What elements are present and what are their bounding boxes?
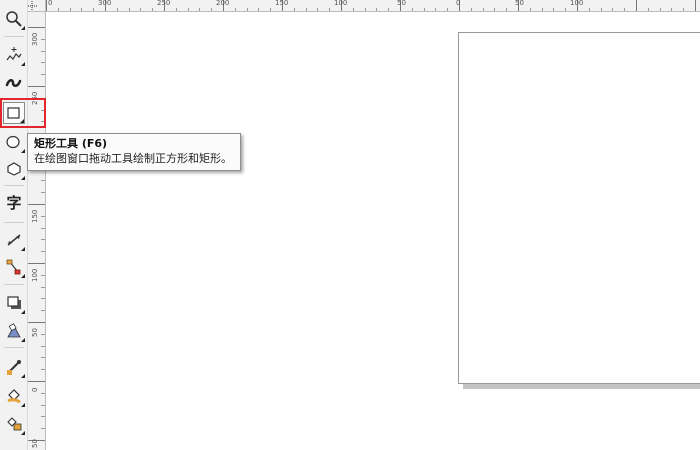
ruler-label: 300 (98, 0, 112, 7)
ruler-label: 50 (515, 0, 524, 7)
tooltip-description: 在绘图窗口拖动工具绘制正方形和矩形。 (34, 152, 232, 165)
document-page[interactable] (458, 32, 700, 384)
ruler-label: 0 (31, 387, 39, 392)
horizontal-ruler[interactable]: 0 300 250 200 150 100 50 0 50 100 (46, 0, 700, 12)
crosshair-icon (28, 1, 37, 11)
drop-shadow-tool[interactable] (3, 292, 25, 314)
zoom-tool[interactable] (3, 8, 25, 30)
ruler-label: 200 (216, 0, 230, 7)
polygon-tool[interactable] (3, 158, 25, 180)
smart-fill-tool[interactable] (3, 413, 25, 435)
ruler-label: 50 (31, 328, 39, 337)
ruler-label: 250 (31, 91, 39, 105)
flyout-indicator (21, 176, 25, 180)
flyout-indicator (21, 338, 25, 342)
vertical-ruler[interactable]: 300 250 200 150 100 50 0 50 (28, 12, 46, 450)
ruler-label: 100 (570, 0, 584, 7)
tooltip-title: 矩形工具 (F6) (34, 137, 108, 150)
ruler-label: 0 (48, 0, 53, 7)
ruler-label: 100 (334, 0, 348, 7)
ruler-label: 150 (31, 209, 39, 223)
ruler-label: 250 (157, 0, 171, 7)
dimension-tool[interactable] (3, 229, 25, 251)
flyout-indicator (21, 247, 25, 251)
ruler-label: 50 (31, 439, 39, 448)
drawing-canvas[interactable] (46, 12, 700, 450)
tool-tooltip: 矩形工具 (F6) 在绘图窗口拖动工具绘制正方形和矩形。 (27, 133, 241, 171)
connector-tool[interactable] (3, 256, 25, 278)
text-tool[interactable]: 字 (3, 192, 25, 214)
flyout-indicator (21, 149, 25, 153)
artistic-media-tool[interactable] (3, 72, 25, 94)
flyout-indicator (21, 62, 25, 66)
transparency-tool[interactable] (3, 320, 25, 342)
artistic-media-icon (5, 79, 22, 87)
flyout-indicator (21, 374, 25, 378)
flyout-indicator (20, 119, 24, 123)
horizontal-ruler-ticks (46, 0, 696, 11)
rectangle-tool[interactable] (3, 102, 25, 124)
toolbox-separator (4, 36, 24, 37)
flyout-indicator (21, 431, 25, 435)
toolbox-separator (4, 284, 24, 285)
ruler-label: 150 (275, 0, 289, 7)
flyout-indicator (21, 403, 25, 407)
toolbox-separator (4, 222, 24, 223)
toolbox-separator (4, 185, 24, 186)
text-icon: 字 (6, 194, 22, 212)
ruler-origin[interactable] (28, 0, 46, 12)
toolbox-separator (4, 347, 24, 348)
ellipse-tool[interactable] (3, 131, 25, 153)
flyout-indicator (21, 26, 25, 30)
eyedropper-tool[interactable] (3, 356, 25, 378)
ruler-label: 50 (397, 0, 406, 7)
vertical-ruler-ticks (28, 27, 45, 441)
ruler-label: 0 (456, 0, 461, 7)
toolbox: 字 (0, 0, 28, 450)
fill-tool[interactable] (3, 385, 25, 407)
freehand-tool[interactable] (3, 44, 25, 66)
flyout-indicator (21, 274, 25, 278)
ruler-label: 100 (31, 268, 39, 282)
flyout-indicator (21, 310, 25, 314)
ruler-label: 300 (31, 32, 39, 46)
